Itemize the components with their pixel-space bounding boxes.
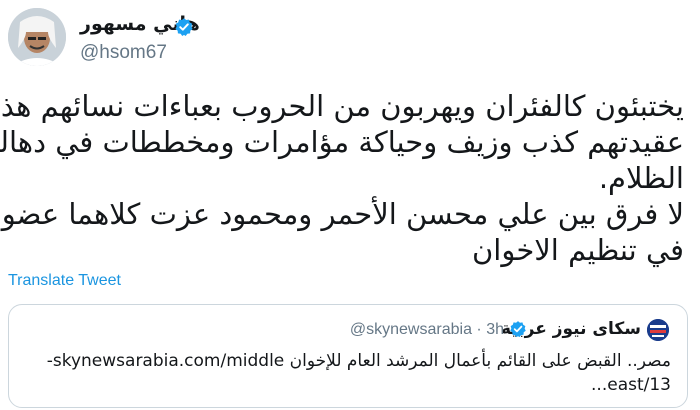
tweet-text: يختبئون كالفئران ويهربون من الحروب بعباء… xyxy=(0,88,684,268)
tweet-text-line: لا فرق بين علي محسن الأحمر ومحمود عزت كل… xyxy=(0,197,684,231)
verified-badge-icon xyxy=(175,18,193,36)
author-handle[interactable]: @hsom67 xyxy=(80,42,167,64)
quoted-author-avatar[interactable] xyxy=(647,319,669,341)
quoted-avatar-logo-icon xyxy=(647,319,669,341)
quoted-verified-badge-icon xyxy=(510,321,526,338)
quoted-tweet-header: سكاى نيوز عربية @skynewsarabia · 3h xyxy=(9,319,687,341)
quoted-author-handle[interactable]: @skynewsarabia xyxy=(350,321,472,338)
quoted-tweet-meta: @skynewsarabia · 3h xyxy=(350,321,504,339)
tweet-card: هاني مسهور @hsom67 يختبئون كالفئران ويهر… xyxy=(0,0,700,410)
tweet-text-line: الظلام. xyxy=(598,161,684,195)
quoted-tweet-card[interactable]: سكاى نيوز عربية @skynewsarabia · 3h مصر.… xyxy=(8,304,688,408)
quoted-tweet-text: مصر.. القبض على القائم بأعمال المرشد الع… xyxy=(21,349,671,397)
tweet-text-line: عقيدتهم كذب وزيف وحياكة مؤامرات ومخططات … xyxy=(0,125,684,159)
author-avatar[interactable] xyxy=(8,8,66,66)
quoted-tweet-time[interactable]: 3h xyxy=(486,321,504,338)
avatar-image xyxy=(8,8,66,66)
tweet-text-line: يختبئون كالفئران ويهربون من الحروب بعباء… xyxy=(0,89,684,123)
translate-tweet-link[interactable]: Translate Tweet xyxy=(8,272,121,290)
meta-separator: · xyxy=(476,321,482,338)
quoted-text-line: east/13... xyxy=(591,375,671,395)
tweet-text-line: في تنظيم الاخوان xyxy=(472,233,684,267)
quoted-text-line: مصر.. القبض على القائم بأعمال المرشد الع… xyxy=(46,351,671,371)
